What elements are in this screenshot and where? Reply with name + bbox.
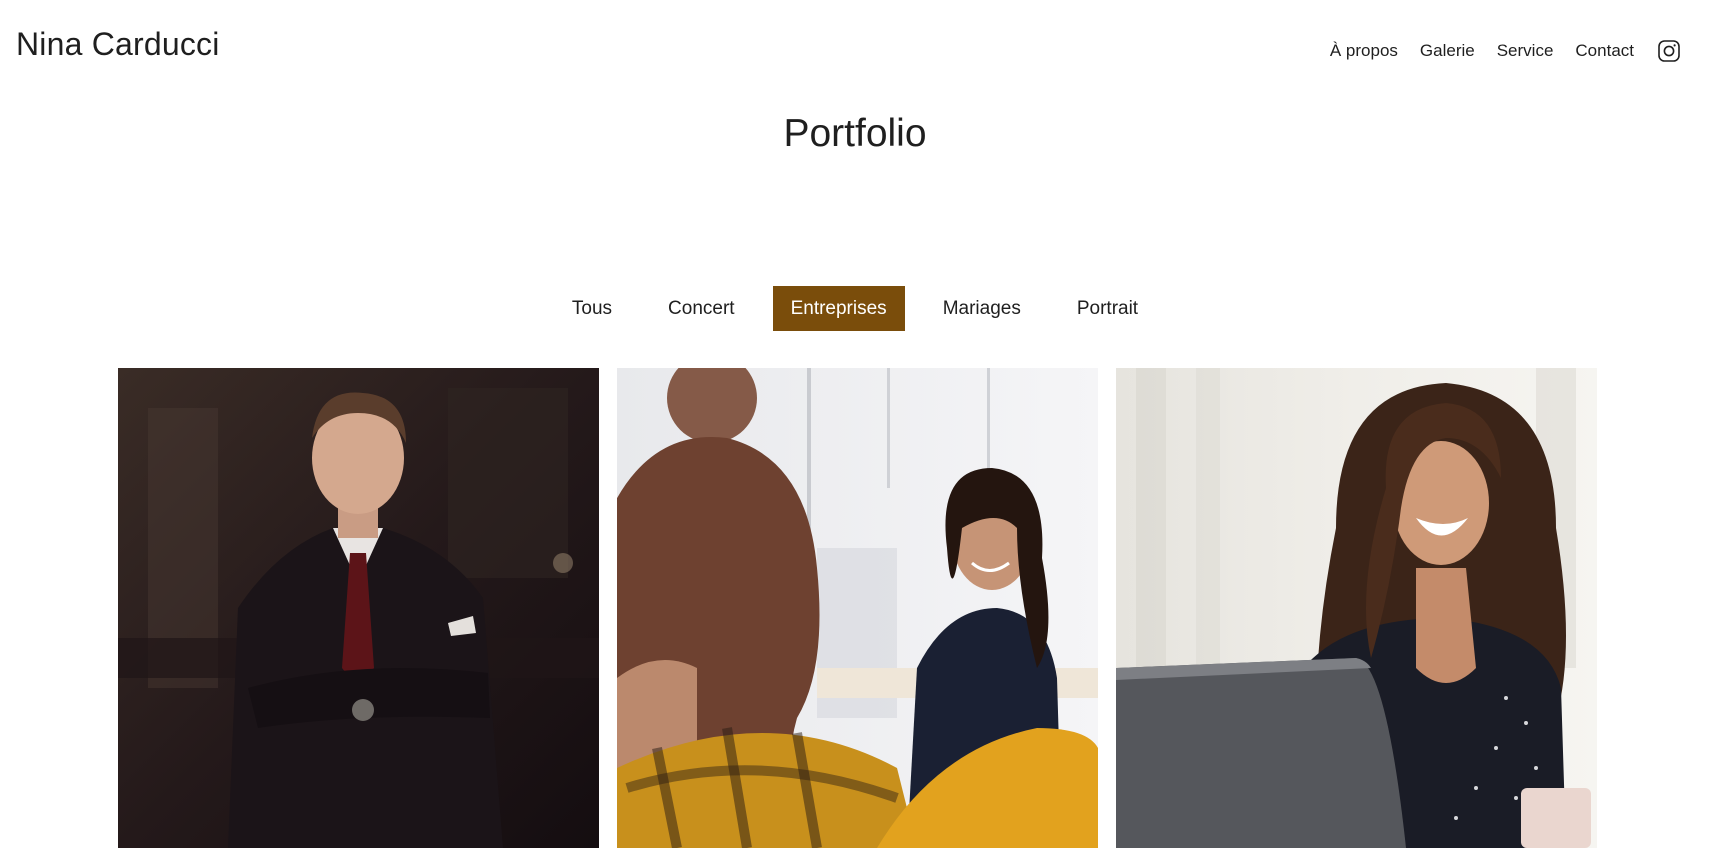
- filter-mariages[interactable]: Mariages: [925, 286, 1039, 331]
- gallery-image-woman-laptop[interactable]: [1116, 368, 1597, 848]
- instagram-icon: [1658, 40, 1680, 62]
- filter-tabs: Tous Concert Entreprises Mariages Portra…: [0, 286, 1710, 331]
- nav-link-galerie[interactable]: Galerie: [1420, 40, 1475, 62]
- portfolio-title: Portfolio: [783, 112, 927, 155]
- gallery-grid: [118, 368, 1598, 848]
- nav-link-a-propos[interactable]: À propos: [1330, 40, 1398, 62]
- gallery-image-woman-office[interactable]: [617, 368, 1098, 848]
- brand-logo[interactable]: Nina Carducci: [16, 26, 220, 63]
- site-header: Nina Carducci À propos Galerie Service C…: [0, 0, 1710, 90]
- gallery-image-man-in-suit[interactable]: [118, 368, 599, 848]
- main-nav: À propos Galerie Service Contact: [1330, 38, 1682, 64]
- photo-man-in-suit: [118, 368, 599, 848]
- page: Nina Carducci À propos Galerie Service C…: [0, 0, 1710, 860]
- photo-woman-laptop: [1116, 368, 1597, 848]
- nav-link-service[interactable]: Service: [1497, 40, 1554, 62]
- filter-tous[interactable]: Tous: [554, 286, 630, 331]
- instagram-link[interactable]: [1656, 38, 1682, 64]
- filter-entreprises[interactable]: Entreprises: [772, 286, 905, 331]
- photo-woman-office: [617, 368, 1098, 848]
- nav-link-contact[interactable]: Contact: [1575, 40, 1634, 62]
- filter-concert[interactable]: Concert: [650, 286, 753, 331]
- filter-portrait[interactable]: Portrait: [1059, 286, 1156, 331]
